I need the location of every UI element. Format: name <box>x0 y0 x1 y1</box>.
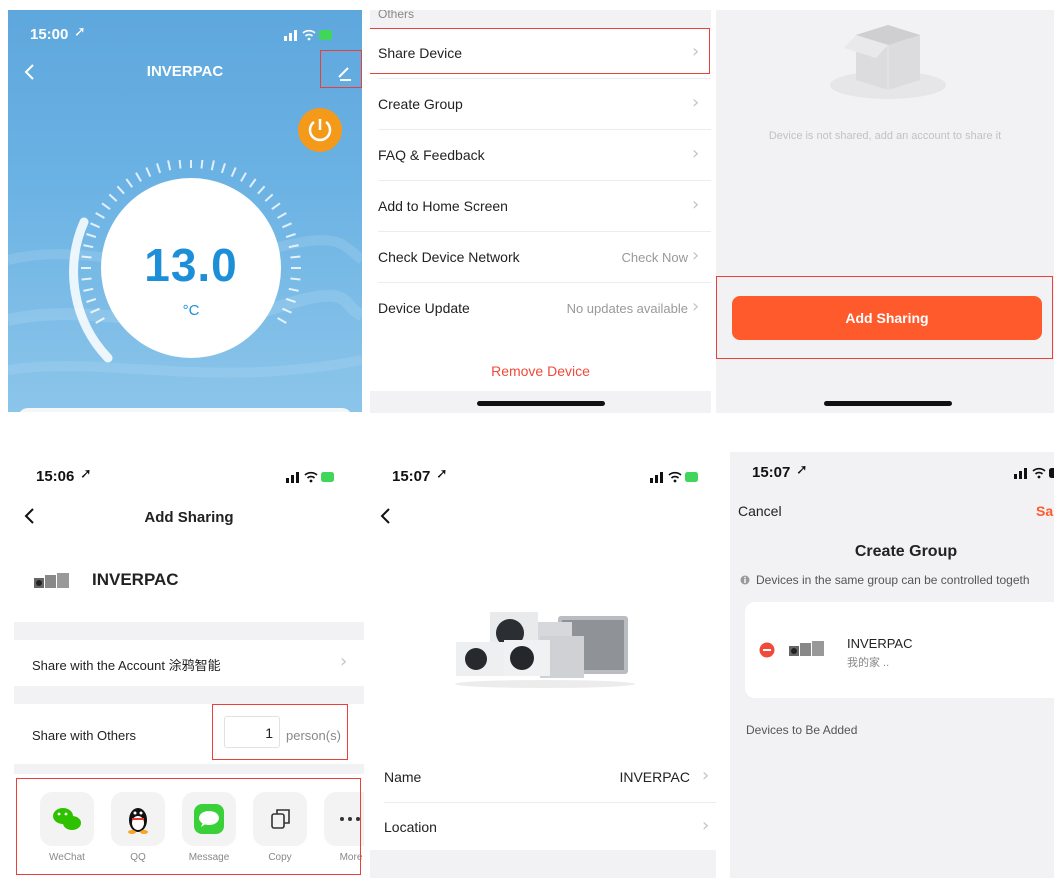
status-icons <box>286 471 334 483</box>
section-gap <box>14 764 364 774</box>
device-title: INVERPAC <box>146 63 224 80</box>
location-row[interactable]: Location › <box>370 804 716 850</box>
faq-feedback-row[interactable]: FAQ & Feedback › <box>370 130 711 180</box>
device-name: INVERPAC <box>92 570 179 589</box>
person-count-highlight <box>212 704 348 760</box>
status-icons <box>650 471 698 483</box>
share-apps-highlight <box>16 778 361 875</box>
row-label: Create Group <box>378 96 463 112</box>
page-title: Add Sharing <box>144 509 234 526</box>
to-add-label: Devices to Be Added <box>746 723 858 737</box>
status-time: 15:07 <box>392 468 431 485</box>
chevron-right-icon: › <box>692 143 700 164</box>
name-value: INVERPAC <box>619 769 690 785</box>
create-group-row[interactable]: Create Group › <box>370 79 711 129</box>
page-title: Create Group <box>854 543 958 560</box>
location-arrow-icon: ➚ <box>436 466 448 482</box>
location-arrow-icon: ➚ <box>796 462 808 478</box>
name-row[interactable]: Name INVERPAC › <box>370 754 716 800</box>
section-gap <box>370 850 716 878</box>
empty-text: Device is not shared, add an account to … <box>768 130 1002 142</box>
share-device-highlight <box>370 28 710 74</box>
chevron-right-icon: › <box>692 194 700 215</box>
empty-box-illustration <box>830 25 946 99</box>
group-device-card: INVERPAC 我的家 .. <box>745 602 1054 698</box>
row-label: Add to Home Screen <box>378 198 508 214</box>
chevron-right-icon: › <box>692 296 700 317</box>
chevron-right-icon: › <box>340 651 348 672</box>
cancel-button[interactable]: Cancel <box>738 503 782 519</box>
back-icon[interactable] <box>378 506 394 526</box>
check-network-row[interactable]: Check Device Network Check Now › <box>370 232 711 282</box>
add-sharing-highlight <box>716 276 1053 359</box>
device-room: 我的家 .. <box>847 657 890 669</box>
create-group-screen: 15:07 ➚ Cancel Sa Create Group Devices i… <box>730 452 1054 878</box>
share-others-label: Share with Others <box>32 728 137 743</box>
share-account-row[interactable]: Share with the Account 涂鸦智能 › <box>14 640 364 686</box>
remove-device-button[interactable]: Remove Device <box>370 348 711 391</box>
status-icons <box>1014 467 1054 479</box>
power-button[interactable] <box>298 108 342 152</box>
location-arrow-icon: ➚ <box>74 24 86 40</box>
device-update-row[interactable]: Device Update No updates available › <box>370 283 711 333</box>
temperature-unit: °C <box>182 302 200 319</box>
device-control-screen: 15:00 ➚ INVERPAC 13.0 °C <box>8 10 362 412</box>
status-time: 15:00 <box>30 26 69 43</box>
section-gap <box>14 622 364 640</box>
device-thumbnail <box>34 573 69 588</box>
add-sharing-screen: 15:06 ➚ Add Sharing INVERPAC Share with … <box>14 452 364 878</box>
device-settings-screen: Others Share Device › Create Group › FAQ… <box>370 10 711 413</box>
divider <box>384 802 716 803</box>
section-header: Others <box>378 10 415 21</box>
bottom-sheet-edge <box>18 408 352 412</box>
home-indicator <box>824 401 952 406</box>
status-icons <box>284 29 332 41</box>
status-time: 15:06 <box>36 468 75 485</box>
info-text: Devices in the same group can be control… <box>756 573 1030 587</box>
device-product-image <box>455 612 635 688</box>
info-icon <box>740 575 750 585</box>
location-label: Location <box>384 819 437 835</box>
save-button[interactable]: Sa <box>1036 503 1053 519</box>
device-thumbnail <box>789 641 824 656</box>
add-to-home-row[interactable]: Add to Home Screen › <box>370 181 711 231</box>
power-icon <box>308 119 332 142</box>
row-label: FAQ & Feedback <box>378 147 485 163</box>
chevron-right-icon: › <box>702 815 710 836</box>
shared-list-screen: Device is not shared, add an account to … <box>716 10 1054 413</box>
row-label: Device Update <box>378 300 470 316</box>
status-time: 15:07 <box>752 464 791 481</box>
home-indicator <box>477 401 605 406</box>
settings-list: Share Device › Create Group › FAQ & Feed… <box>370 28 711 348</box>
device-name: INVERPAC <box>847 636 913 651</box>
share-account-label: Share with the Account 涂鸦智能 <box>32 658 221 673</box>
location-arrow-icon: ➚ <box>80 466 92 482</box>
row-value: Check Now <box>621 250 688 265</box>
remove-label: Remove Device <box>491 363 590 379</box>
section-gap <box>14 686 364 704</box>
device-info-screen: 15:07 ➚ Name INVERPAC › Location › <box>370 452 716 878</box>
edit-highlight <box>320 50 362 88</box>
chevron-right-icon: › <box>692 92 700 113</box>
name-label: Name <box>384 769 422 785</box>
remove-device-icon[interactable] <box>759 642 775 658</box>
temperature-value: 13.0 <box>144 239 238 291</box>
row-value: No updates available <box>566 301 688 316</box>
chevron-right-icon: › <box>702 765 710 786</box>
chevron-right-icon: › <box>692 245 700 266</box>
row-label: Check Device Network <box>378 249 520 265</box>
